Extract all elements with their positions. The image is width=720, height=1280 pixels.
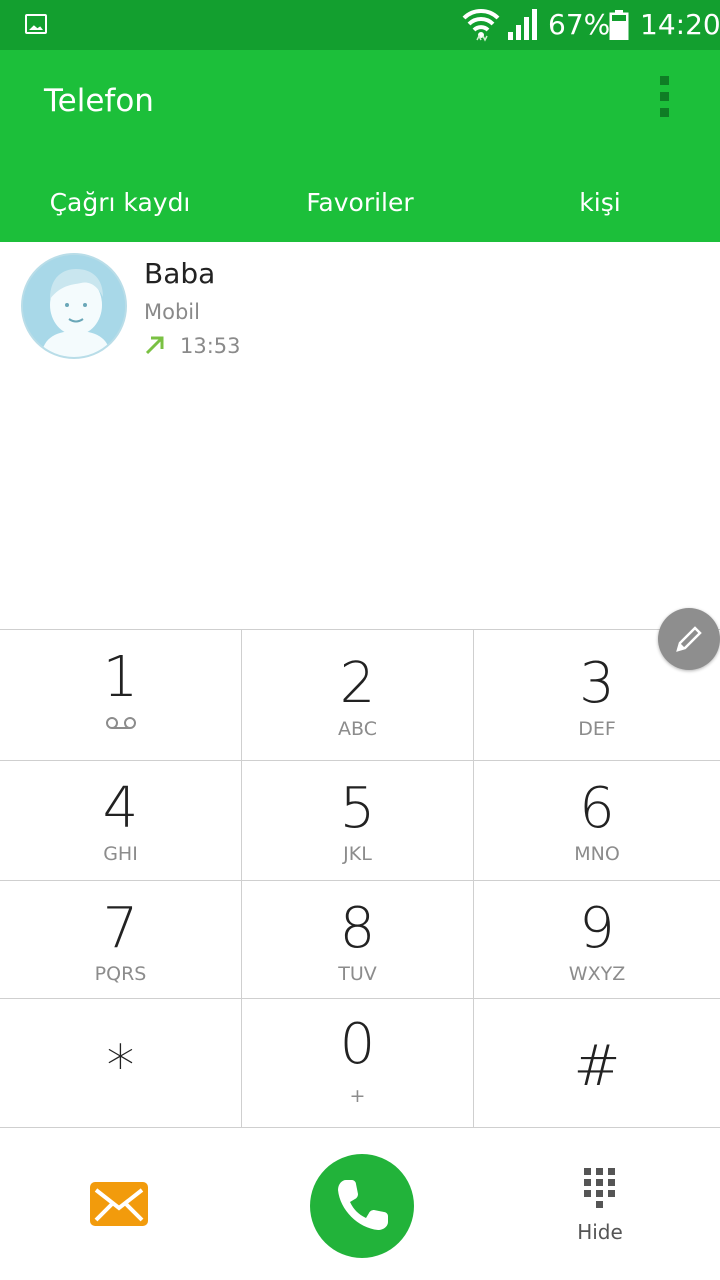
tab-bar: Çağrı kaydı Favoriler kişi xyxy=(0,162,720,242)
phone-icon xyxy=(338,1180,388,1230)
dial-pad: 1 2 ABC 3 DEF 4 GHI 5 JKL 6 MNO 7 PQRS 8… xyxy=(0,629,720,1128)
tab-favorites[interactable]: Favoriler xyxy=(240,162,480,242)
wifi-icon xyxy=(462,8,500,42)
key-letters: PQRS xyxy=(94,963,147,985)
key-letters: + xyxy=(349,1085,366,1107)
key-digit: 7 xyxy=(102,896,139,961)
key-6[interactable]: 6 MNO xyxy=(474,761,720,881)
key-digit: 6 xyxy=(579,776,615,841)
pencil-icon xyxy=(676,626,702,652)
battery-icon xyxy=(609,10,629,40)
key-4[interactable]: 4 GHI xyxy=(0,761,242,881)
key-digit: 1 xyxy=(102,645,139,710)
call-time: 13:53 xyxy=(180,334,241,358)
avatar[interactable] xyxy=(21,253,127,359)
hide-keypad-button[interactable]: Hide xyxy=(566,1164,634,1244)
hide-label: Hide xyxy=(577,1220,623,1244)
key-letters: ABC xyxy=(338,718,377,740)
person-icon xyxy=(23,255,125,357)
contact-number-type: Mobil xyxy=(144,300,200,324)
key-letters: TUV xyxy=(338,963,377,985)
key-1[interactable]: 1 xyxy=(0,630,242,761)
status-time: 14:20 xyxy=(640,8,720,41)
key-letters: JKL xyxy=(343,843,372,865)
message-icon xyxy=(94,1188,144,1222)
key-digit: * xyxy=(106,1034,135,1099)
key-7[interactable]: 7 PQRS xyxy=(0,881,242,999)
key-digit: 9 xyxy=(579,896,615,961)
call-log-list: Baba Mobil 13:53 xyxy=(0,242,720,629)
key-digit: 4 xyxy=(102,776,139,841)
key-digit: 0 xyxy=(339,1012,376,1077)
key-5[interactable]: 5 JKL xyxy=(242,761,474,881)
key-digit: 8 xyxy=(339,896,376,961)
edit-number-button[interactable] xyxy=(658,608,720,670)
gallery-icon xyxy=(25,14,47,34)
key-letters: GHI xyxy=(103,843,138,865)
tab-contacts[interactable]: kişi xyxy=(480,162,720,242)
key-9[interactable]: 9 WXYZ xyxy=(474,881,720,999)
call-button[interactable] xyxy=(310,1154,414,1258)
key-2[interactable]: 2 ABC xyxy=(242,630,474,761)
bottom-action-bar: Hide xyxy=(0,1128,720,1280)
key-letters: DEF xyxy=(578,718,616,740)
signal-icon xyxy=(508,9,537,40)
key-0[interactable]: 0 + xyxy=(242,999,474,1128)
voicemail-icon xyxy=(105,717,136,729)
key-hash[interactable]: # xyxy=(474,999,720,1128)
battery-percent: 67% xyxy=(548,8,611,41)
message-button[interactable] xyxy=(90,1182,148,1226)
tab-call-log[interactable]: Çağrı kaydı xyxy=(0,162,240,242)
contact-name: Baba xyxy=(144,257,216,290)
list-item[interactable]: Baba Mobil 13:53 xyxy=(0,242,720,366)
key-8[interactable]: 8 TUV xyxy=(242,881,474,999)
key-star[interactable]: * xyxy=(0,999,242,1128)
key-letters: WXYZ xyxy=(568,963,626,985)
key-digit: # xyxy=(573,1034,621,1099)
more-vert-icon[interactable] xyxy=(654,76,674,120)
dialpad-icon xyxy=(584,1168,615,1208)
key-digit: 5 xyxy=(339,776,376,841)
app-bar: Telefon Çağrı kaydı Favoriler kişi xyxy=(0,50,720,242)
outgoing-call-icon xyxy=(145,336,164,355)
key-digit: 2 xyxy=(339,651,376,716)
app-title: Telefon xyxy=(44,83,154,119)
status-bar: 67% 14:20 xyxy=(0,0,720,50)
key-letters: MNO xyxy=(574,843,620,865)
